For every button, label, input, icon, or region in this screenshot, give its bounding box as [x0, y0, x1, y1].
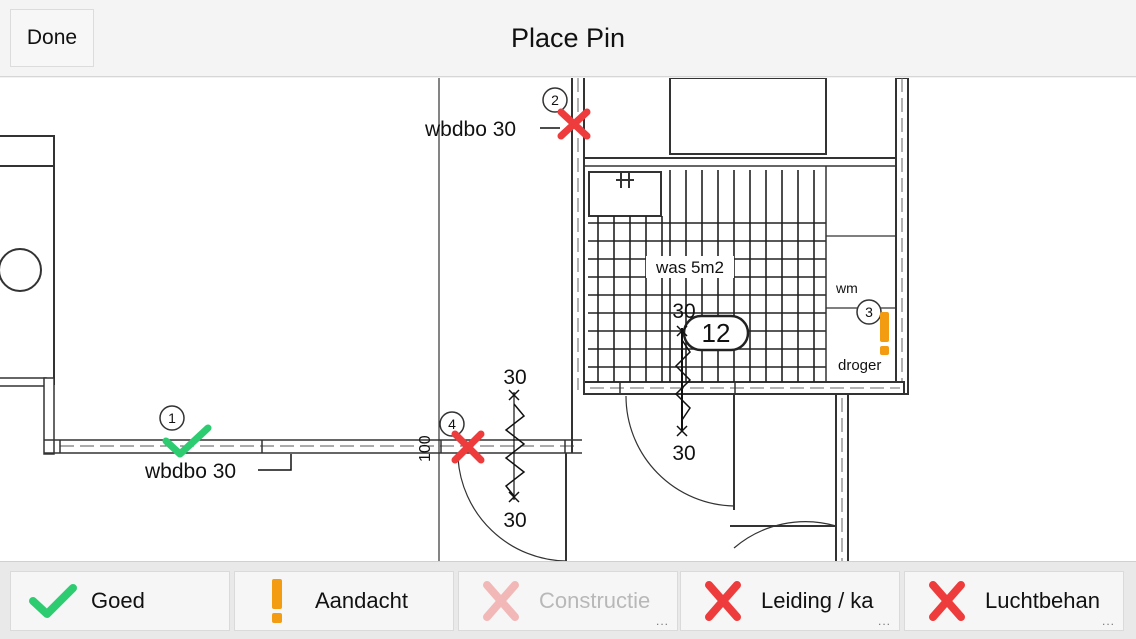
room-label: was 5m2	[655, 258, 724, 277]
exclamation-icon	[880, 312, 889, 355]
cross-icon	[451, 430, 485, 464]
pin-2-leiding[interactable]: 2	[542, 87, 591, 140]
page-title: Place Pin	[510, 23, 626, 53]
pin-number: 1	[168, 410, 176, 426]
luchtbehan-label: Luchtbehan	[985, 588, 1100, 613]
top-bar: Done Place Pin	[0, 0, 1136, 77]
leiding-label: Leiding / ka	[761, 588, 874, 613]
exclamation-icon	[249, 579, 305, 623]
goed-label: Goed	[91, 588, 145, 613]
pin-1-goed[interactable]: 1	[159, 405, 212, 458]
dimension-label: 30	[503, 509, 526, 532]
cross-icon	[473, 581, 529, 621]
done-button[interactable]: Done	[10, 9, 94, 67]
cross-icon	[695, 581, 751, 621]
dimension-label: 30	[503, 366, 526, 389]
floor-plan-drawing[interactable]: was 5m2 wm droger 12 30 30 30 30 wbdbo 3…	[0, 78, 1136, 561]
wm-label: wm	[835, 280, 858, 296]
pin-number: 4	[448, 416, 456, 432]
dimension-100-label: 100	[417, 435, 434, 462]
more-indicator: ...	[1101, 614, 1115, 628]
check-icon	[162, 424, 212, 458]
luchtbehan-button[interactable]: Luchtbehan ...	[904, 571, 1124, 631]
aandacht-button[interactable]: Aandacht	[234, 571, 454, 631]
room-number: 12	[702, 318, 731, 348]
aandacht-label: Aandacht	[315, 588, 408, 613]
leiding-button[interactable]: Leiding / ka ...	[680, 571, 900, 631]
pin-number: 3	[865, 304, 873, 320]
dimension-label: 30	[672, 300, 695, 323]
pin-number: 2	[551, 92, 559, 108]
dimension-label: 30	[672, 442, 695, 465]
wbdbo-label-bottom: wbdbo 30	[144, 460, 236, 483]
category-toolbar: Goed Aandacht Constructie ... Leiding / …	[0, 561, 1136, 639]
floor-plan-canvas[interactable]: was 5m2 wm droger 12 30 30 30 30 wbdbo 3…	[0, 78, 1136, 561]
constructie-label: Constructie	[539, 588, 651, 613]
cabinet-shape	[0, 135, 55, 385]
droger-label: droger	[838, 357, 881, 374]
more-indicator: ...	[877, 614, 891, 628]
goed-button[interactable]: Goed	[10, 571, 230, 631]
wbdbo-label-top: wbdbo 30	[424, 118, 516, 141]
more-indicator: ...	[655, 614, 669, 628]
check-icon	[25, 581, 81, 621]
cross-icon	[919, 581, 975, 621]
constructie-button[interactable]: Constructie ...	[458, 571, 678, 631]
